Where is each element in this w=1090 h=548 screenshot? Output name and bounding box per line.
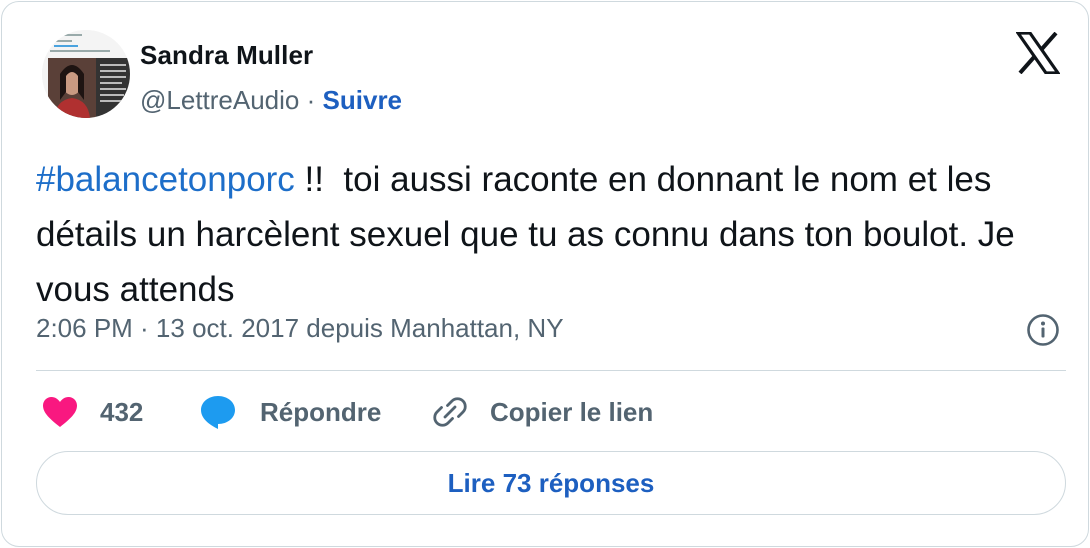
author-name[interactable]: Sandra Muller	[140, 40, 313, 71]
author-handle-row: @LettreAudio · Suivre	[140, 85, 402, 116]
hashtag-link[interactable]: #balancetonporc	[36, 160, 295, 199]
heart-icon	[43, 397, 77, 427]
author-handle[interactable]: @LettreAudio	[140, 85, 299, 115]
like-button[interactable]: 432	[42, 390, 143, 434]
follow-button[interactable]: Suivre	[323, 85, 403, 115]
avatar[interactable]	[42, 30, 130, 118]
divider	[36, 370, 1066, 371]
tweet-text: #balancetonporc !! toi aussi raconte en …	[36, 152, 1066, 317]
avatar-image	[42, 30, 130, 118]
separator-dot: ·	[306, 85, 316, 115]
link-icon	[433, 397, 467, 427]
read-replies-label: Lire 73 réponses	[447, 467, 655, 498]
x-logo-icon[interactable]	[1016, 32, 1060, 74]
copy-link-button[interactable]: Copier le lien	[432, 390, 653, 434]
copy-link-label: Copier le lien	[490, 396, 654, 427]
info-icon[interactable]	[1026, 313, 1060, 347]
reply-label: Répondre	[260, 396, 382, 427]
tweet-timestamp[interactable]: 2:06 PM · 13 oct. 2017 depuis Manhattan,…	[36, 313, 564, 344]
like-count: 432	[100, 396, 144, 427]
speech-bubble-icon	[201, 396, 235, 429]
reply-button[interactable]: Répondre	[200, 390, 381, 434]
read-replies-button[interactable]: Lire 73 réponses	[36, 451, 1066, 515]
tweet-embed-card: Sandra Muller @LettreAudio · Suivre #bal…	[1, 1, 1089, 547]
